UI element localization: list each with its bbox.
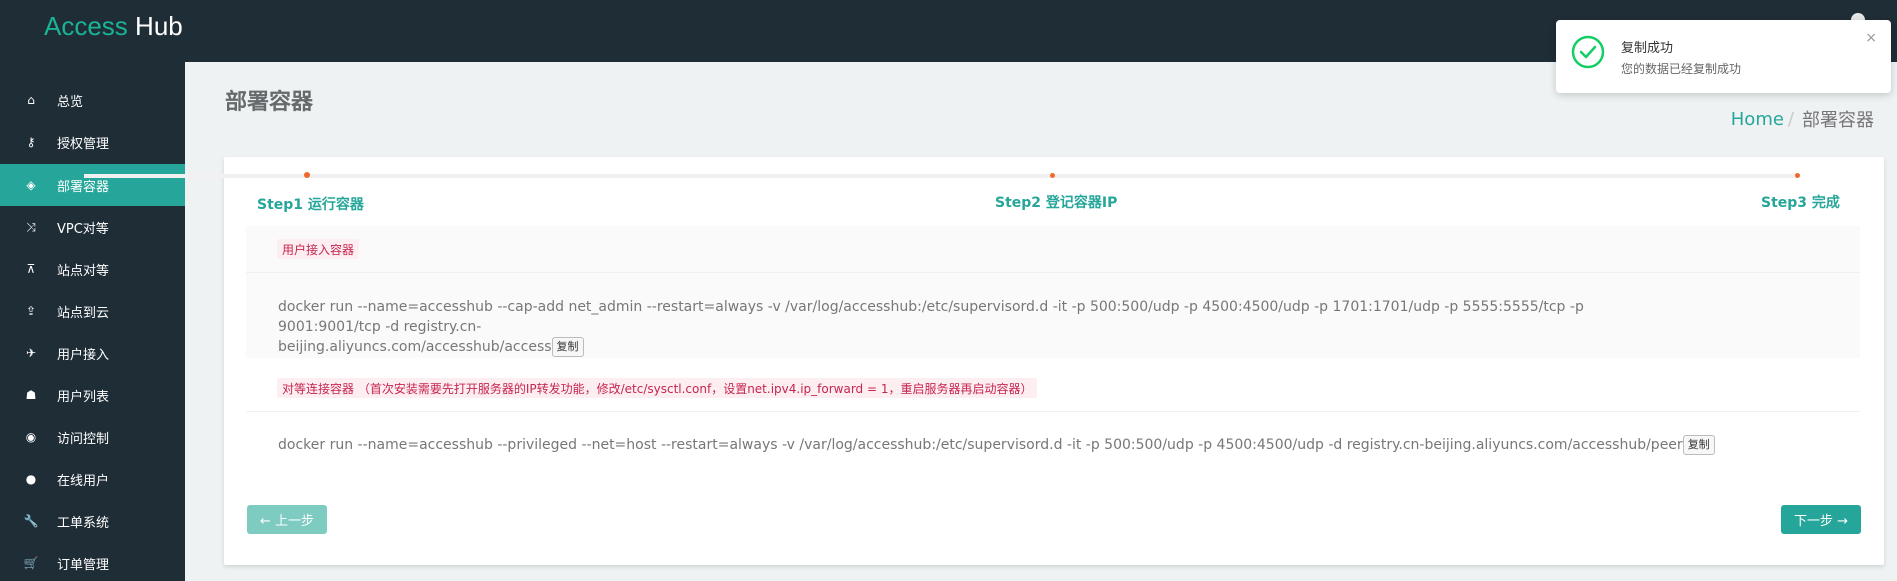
user-command-line1: docker run --name=accesshub --cap-add ne… [278, 299, 1584, 335]
copy-user-command-button[interactable]: 复制 [551, 337, 584, 357]
brand-part1: Access [44, 11, 128, 41]
sidebar-item-4[interactable]: ⤨ VPC对等 [0, 206, 185, 248]
home-icon: ⌂ [27, 93, 35, 107]
plane-icon: ✈ [25, 346, 37, 360]
step3-label: Step3 完成 [1761, 195, 1840, 211]
user-container-tag: 用户接入容器 [277, 239, 360, 259]
step3-dot [1795, 173, 1800, 178]
user-container-command: docker run --name=accesshub --cap-add ne… [278, 297, 1678, 357]
step2-label: Step2 登记容器IP [995, 195, 1118, 211]
brand-part2: Hub [135, 11, 183, 41]
random-icon: ⤨ [26, 219, 36, 234]
prev-step-button[interactable]: ← 上一步 [247, 505, 327, 534]
sidebar-item-1[interactable]: ⌂ 总览 [0, 79, 185, 121]
sidebar-item-label: 授权管理 [57, 136, 110, 152]
sidebar-item-12[interactable]: 🛒 订单管理 [0, 542, 185, 581]
toast-title: 复制成功 [1621, 41, 1674, 56]
sidebar: ⌂ 总览 ⚷ 授权管理 ◈ 部署容器 ⤨ VPC对等 ⊼ 站点对等 ⇪ 站点到云 ✈ 用户接入 ☗ 用户列表 ◉… [0, 62, 185, 581]
toast-message: 您的数据已经复制成功 [1621, 62, 1742, 76]
sidebar-item-6[interactable]: ⇪ 站点到云 [0, 290, 185, 332]
sidebar-item-label: 在线用户 [57, 473, 110, 489]
peer-container-tag: 对等连接容器 （首次安装需要先打开服务器的IP转发功能，修改/etc/sysct… [277, 378, 1038, 398]
section-divider [246, 411, 1860, 412]
sidebar-item-label: 总览 [57, 94, 84, 110]
upload-icon: ⇪ [25, 304, 37, 318]
cube-icon: ◈ [26, 178, 36, 192]
wrench-icon: 🔧 [23, 514, 39, 528]
circle-icon: ◉ [25, 430, 37, 444]
sidebar-item-label: 用户接入 [57, 347, 110, 363]
success-toast: 复制成功 您的数据已经复制成功 × [1556, 20, 1891, 93]
sidebar-item-label: 工单系统 [57, 515, 110, 531]
wizard-card [224, 157, 1884, 565]
cart-icon: 🛒 [23, 556, 39, 570]
sidebar-item-8[interactable]: ☗ 用户列表 [0, 374, 185, 416]
sidebar-item-label: 用户列表 [57, 389, 110, 405]
sidebar-item-5[interactable]: ⊼ 站点对等 [0, 248, 185, 290]
next-step-button[interactable]: 下一步 → [1781, 505, 1861, 534]
sidebar-item-11[interactable]: 🔧 工单系统 [0, 500, 185, 542]
brand-logo[interactable]: Access Hub [44, 11, 183, 42]
sidebar-item-label: 访问控制 [57, 431, 110, 447]
sidebar-item-7[interactable]: ✈ 用户接入 [0, 332, 185, 374]
peer-container-command: docker run --name=accesshub --privileged… [278, 435, 1838, 455]
step1-label: Step1 运行容器 [257, 197, 364, 213]
sidebar-item-label: 部署容器 [57, 179, 110, 195]
user-command-line2-wrap: beijing.aliyuncs.com/accesshub/access 复制 [278, 337, 1678, 357]
breadcrumb-home-link[interactable]: Home [1731, 109, 1784, 130]
page-title: 部署容器 [225, 90, 314, 115]
sidebar-item-label: VPC对等 [57, 221, 109, 237]
key-icon: ⚷ [26, 135, 36, 149]
sidebar-item-2[interactable]: ⚷ 授权管理 [0, 121, 185, 163]
sidebar-item-10[interactable]: ● 在线用户 [0, 458, 185, 500]
check-circle-icon [1571, 35, 1605, 69]
sidebar-item-label: 站点到云 [57, 305, 110, 321]
step2-dot [1050, 173, 1055, 178]
close-icon[interactable]: × [1865, 30, 1877, 46]
sitemap-icon: ⊼ [26, 262, 36, 276]
section-divider [246, 272, 1860, 273]
breadcrumb-current: 部署容器 [1802, 110, 1874, 131]
breadcrumb-separator: / [1787, 108, 1794, 130]
sidebar-item-label: 站点对等 [57, 263, 110, 279]
sidebar-item-9[interactable]: ◉ 访问控制 [0, 416, 185, 458]
users-icon: ☗ [25, 388, 37, 402]
user-command-line2: beijing.aliyuncs.com/accesshub/access [278, 339, 552, 355]
sidebar-item-label: 订单管理 [57, 557, 110, 573]
user-icon: ● [25, 472, 37, 486]
step1-dot [304, 172, 310, 178]
sidebar-item-3[interactable]: ◈ 部署容器 [0, 164, 185, 206]
peer-command-text: docker run --name=accesshub --privileged… [278, 437, 1683, 453]
breadcrumb: Home / 部署容器 [1731, 106, 1874, 132]
copy-peer-command-button[interactable]: 复制 [1682, 435, 1715, 455]
step-progress-track [84, 174, 1799, 178]
